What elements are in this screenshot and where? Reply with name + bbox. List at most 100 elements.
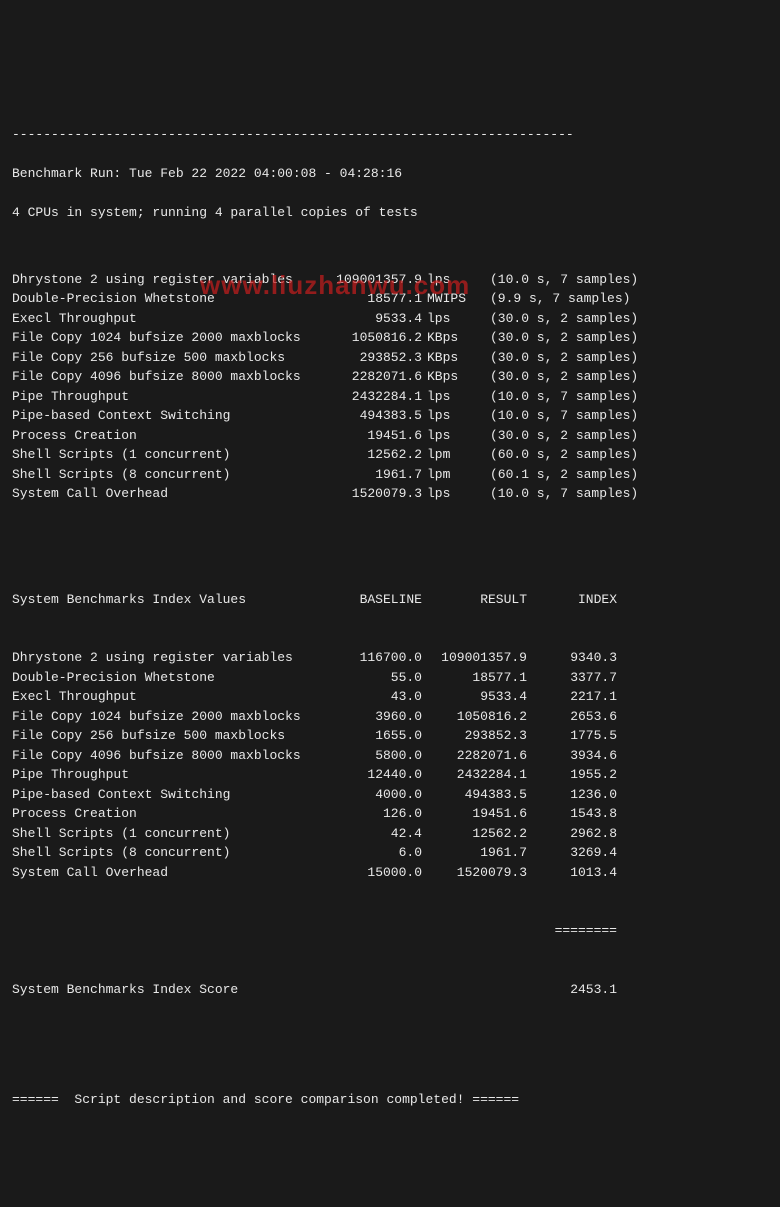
bench-row: System Call Overhead1520079.3lps(10.0 s,… [12, 484, 768, 504]
index-score-row: System Benchmarks Index Score 2453.1 [12, 980, 768, 1000]
index-row: Execl Throughput43.09533.42217.1 [12, 687, 768, 707]
index-result: 109001357.9 [422, 648, 527, 668]
index-label: Process Creation [12, 804, 317, 824]
bench-row: Shell Scripts (8 concurrent)1961.7lpm(60… [12, 465, 768, 485]
bench-value: 1520079.3 [317, 484, 422, 504]
index-score-value: 2453.1 [527, 980, 617, 1000]
bench-timing: (10.0 s, 7 samples) [472, 387, 638, 407]
index-value: 2653.6 [527, 707, 617, 727]
bench-value: 293852.3 [317, 348, 422, 368]
score-underline: ======== [12, 921, 768, 941]
bench-value: 2282071.6 [317, 367, 422, 387]
index-value: 1013.4 [527, 863, 617, 883]
index-result: 494383.5 [422, 785, 527, 805]
index-header-title: System Benchmarks Index Values [12, 590, 317, 610]
bench-unit: MWIPS [422, 289, 472, 309]
index-result: 1520079.3 [422, 863, 527, 883]
bench-value: 12562.2 [317, 445, 422, 465]
index-value: 1543.8 [527, 804, 617, 824]
bench-value: 494383.5 [317, 406, 422, 426]
index-label: Pipe-based Context Switching [12, 785, 317, 805]
bench-unit: lps [422, 484, 472, 504]
index-row: Pipe Throughput12440.02432284.11955.2 [12, 765, 768, 785]
index-header-baseline: BASELINE [317, 590, 422, 610]
index-result: 2432284.1 [422, 765, 527, 785]
index-baseline: 5800.0 [317, 746, 422, 766]
bench-label: System Call Overhead [12, 484, 317, 504]
benchmark-results-section: Dhrystone 2 using register variables1090… [12, 270, 768, 504]
index-values-section: System Benchmarks Index Values BASELINE … [12, 551, 768, 1019]
index-row: Double-Precision Whetstone55.018577.1337… [12, 668, 768, 688]
index-label: File Copy 1024 bufsize 2000 maxblocks [12, 707, 317, 727]
index-baseline: 43.0 [317, 687, 422, 707]
index-result: 1961.7 [422, 843, 527, 863]
bench-row: Shell Scripts (1 concurrent)12562.2lpm(6… [12, 445, 768, 465]
bench-row: Double-Precision Whetstone18577.1MWIPS(9… [12, 289, 768, 309]
bench-unit: lpm [422, 465, 472, 485]
bench-label: Pipe-based Context Switching [12, 406, 317, 426]
bench-label: Shell Scripts (1 concurrent) [12, 445, 317, 465]
index-row: Shell Scripts (1 concurrent)42.412562.22… [12, 824, 768, 844]
bench-label: File Copy 1024 bufsize 2000 maxblocks [12, 328, 317, 348]
bench-row: File Copy 1024 bufsize 2000 maxblocks105… [12, 328, 768, 348]
index-result: 1050816.2 [422, 707, 527, 727]
footer-completed-line: ====== Script description and score comp… [12, 1090, 768, 1110]
index-row: System Call Overhead15000.01520079.31013… [12, 863, 768, 883]
index-result: 293852.3 [422, 726, 527, 746]
index-value: 1236.0 [527, 785, 617, 805]
bench-row: Execl Throughput9533.4lps(30.0 s, 2 samp… [12, 309, 768, 329]
bench-row: Dhrystone 2 using register variables1090… [12, 270, 768, 290]
bench-row: File Copy 256 bufsize 500 maxblocks29385… [12, 348, 768, 368]
cpu-info-line: 4 CPUs in system; running 4 parallel cop… [12, 203, 768, 223]
bench-row: Process Creation19451.6lps(30.0 s, 2 sam… [12, 426, 768, 446]
bench-unit: KBps [422, 328, 472, 348]
bench-timing: (10.0 s, 7 samples) [472, 484, 638, 504]
index-value: 1775.5 [527, 726, 617, 746]
index-result: 2282071.6 [422, 746, 527, 766]
bench-label: Process Creation [12, 426, 317, 446]
index-row: Shell Scripts (8 concurrent)6.01961.7326… [12, 843, 768, 863]
index-label: Shell Scripts (1 concurrent) [12, 824, 317, 844]
index-value: 2962.8 [527, 824, 617, 844]
index-baseline: 15000.0 [317, 863, 422, 883]
bench-timing: (10.0 s, 7 samples) [472, 270, 638, 290]
bench-value: 19451.6 [317, 426, 422, 446]
bench-unit: lps [422, 270, 472, 290]
bench-unit: lpm [422, 445, 472, 465]
bench-timing: (60.0 s, 2 samples) [472, 445, 638, 465]
bench-label: Shell Scripts (8 concurrent) [12, 465, 317, 485]
bench-value: 2432284.1 [317, 387, 422, 407]
bench-unit: lps [422, 387, 472, 407]
index-baseline: 126.0 [317, 804, 422, 824]
top-divider: ----------------------------------------… [12, 125, 768, 145]
index-score-label: System Benchmarks Index Score [12, 980, 317, 1000]
index-baseline: 55.0 [317, 668, 422, 688]
bench-row: Pipe-based Context Switching494383.5lps(… [12, 406, 768, 426]
bench-unit: lps [422, 406, 472, 426]
index-header-result: RESULT [422, 590, 527, 610]
bench-unit: KBps [422, 348, 472, 368]
index-label: File Copy 256 bufsize 500 maxblocks [12, 726, 317, 746]
index-value: 3377.7 [527, 668, 617, 688]
bench-timing: (10.0 s, 7 samples) [472, 406, 638, 426]
bench-timing: (60.1 s, 2 samples) [472, 465, 638, 485]
bench-value: 1961.7 [317, 465, 422, 485]
index-baseline: 12440.0 [317, 765, 422, 785]
index-result: 19451.6 [422, 804, 527, 824]
index-result: 18577.1 [422, 668, 527, 688]
index-baseline: 42.4 [317, 824, 422, 844]
index-row: Pipe-based Context Switching4000.0494383… [12, 785, 768, 805]
index-result: 12562.2 [422, 824, 527, 844]
index-label: Dhrystone 2 using register variables [12, 648, 317, 668]
bench-unit: lps [422, 309, 472, 329]
index-value: 1955.2 [527, 765, 617, 785]
index-header-row: System Benchmarks Index Values BASELINE … [12, 590, 768, 610]
bench-value: 109001357.9 [317, 270, 422, 290]
index-label: Execl Throughput [12, 687, 317, 707]
bench-label: File Copy 256 bufsize 500 maxblocks [12, 348, 317, 368]
index-value: 9340.3 [527, 648, 617, 668]
index-baseline: 6.0 [317, 843, 422, 863]
bench-value: 1050816.2 [317, 328, 422, 348]
bench-label: File Copy 4096 bufsize 8000 maxblocks [12, 367, 317, 387]
bench-label: Double-Precision Whetstone [12, 289, 317, 309]
